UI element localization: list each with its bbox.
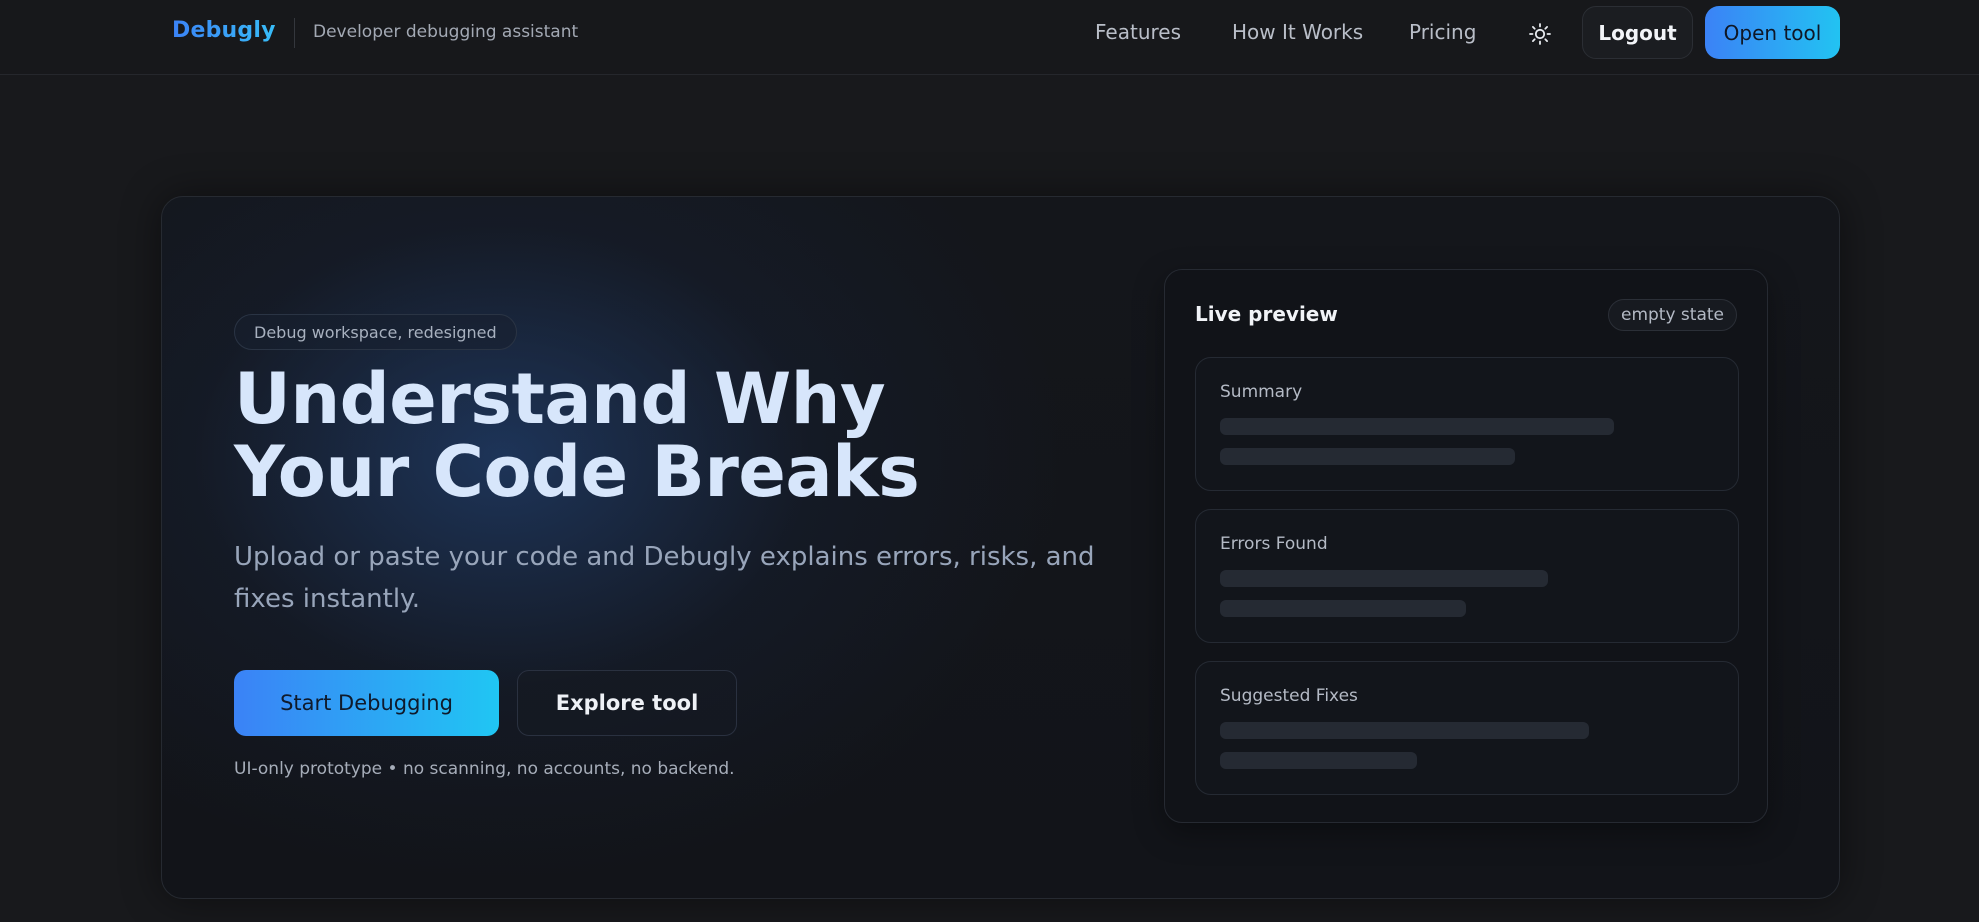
start-debugging-button[interactable]: Start Debugging [234, 670, 499, 736]
open-tool-button[interactable]: Open tool [1705, 6, 1840, 59]
section-title: Errors Found [1220, 534, 1328, 554]
hero-headline-line-1: Understand Why [234, 358, 886, 440]
section-title: Suggested Fixes [1220, 686, 1358, 706]
nav-link-how-it-works[interactable]: How It Works [1232, 20, 1363, 44]
hero-headline-line-2: Your Code Breaks [234, 431, 920, 513]
prototype-note: UI-only prototype • no scanning, no acco… [234, 759, 735, 779]
live-preview-panel: Live preview empty state Summary Errors … [1164, 269, 1768, 823]
top-navbar: Debugly Developer debugging assistant Fe… [0, 0, 1979, 75]
skeleton-line [1220, 418, 1614, 435]
logout-button[interactable]: Logout [1582, 6, 1693, 59]
preview-state-badge: empty state [1607, 299, 1737, 331]
nav-link-pricing[interactable]: Pricing [1409, 20, 1476, 44]
preview-title: Live preview [1195, 302, 1338, 326]
skeleton-line [1220, 722, 1589, 739]
preview-section-suggested-fixes: Suggested Fixes [1195, 661, 1739, 795]
explore-tool-button[interactable]: Explore tool [517, 670, 737, 736]
hero-headline: Understand Why Your Code Breaks [234, 363, 1134, 509]
preview-section-errors-found: Errors Found [1195, 509, 1739, 643]
skeleton-line [1220, 600, 1466, 617]
sun-icon [1529, 23, 1551, 45]
skeleton-line [1220, 570, 1548, 587]
hero-card: Debug workspace, redesigned Understand W… [161, 196, 1840, 899]
hero-pill-badge: Debug workspace, redesigned [234, 314, 517, 350]
brand-tagline: Developer debugging assistant [313, 22, 579, 42]
nav-link-features[interactable]: Features [1095, 20, 1181, 44]
hero-subheading: Upload or paste your code and Debugly ex… [234, 542, 1095, 614]
section-title: Summary [1220, 382, 1303, 402]
brand-divider [294, 18, 295, 48]
skeleton-line [1220, 752, 1417, 769]
skeleton-line [1220, 448, 1515, 465]
preview-section-summary: Summary [1195, 357, 1739, 491]
brand-logo[interactable]: Debugly [172, 18, 276, 43]
theme-toggle-button[interactable] [1526, 20, 1554, 48]
